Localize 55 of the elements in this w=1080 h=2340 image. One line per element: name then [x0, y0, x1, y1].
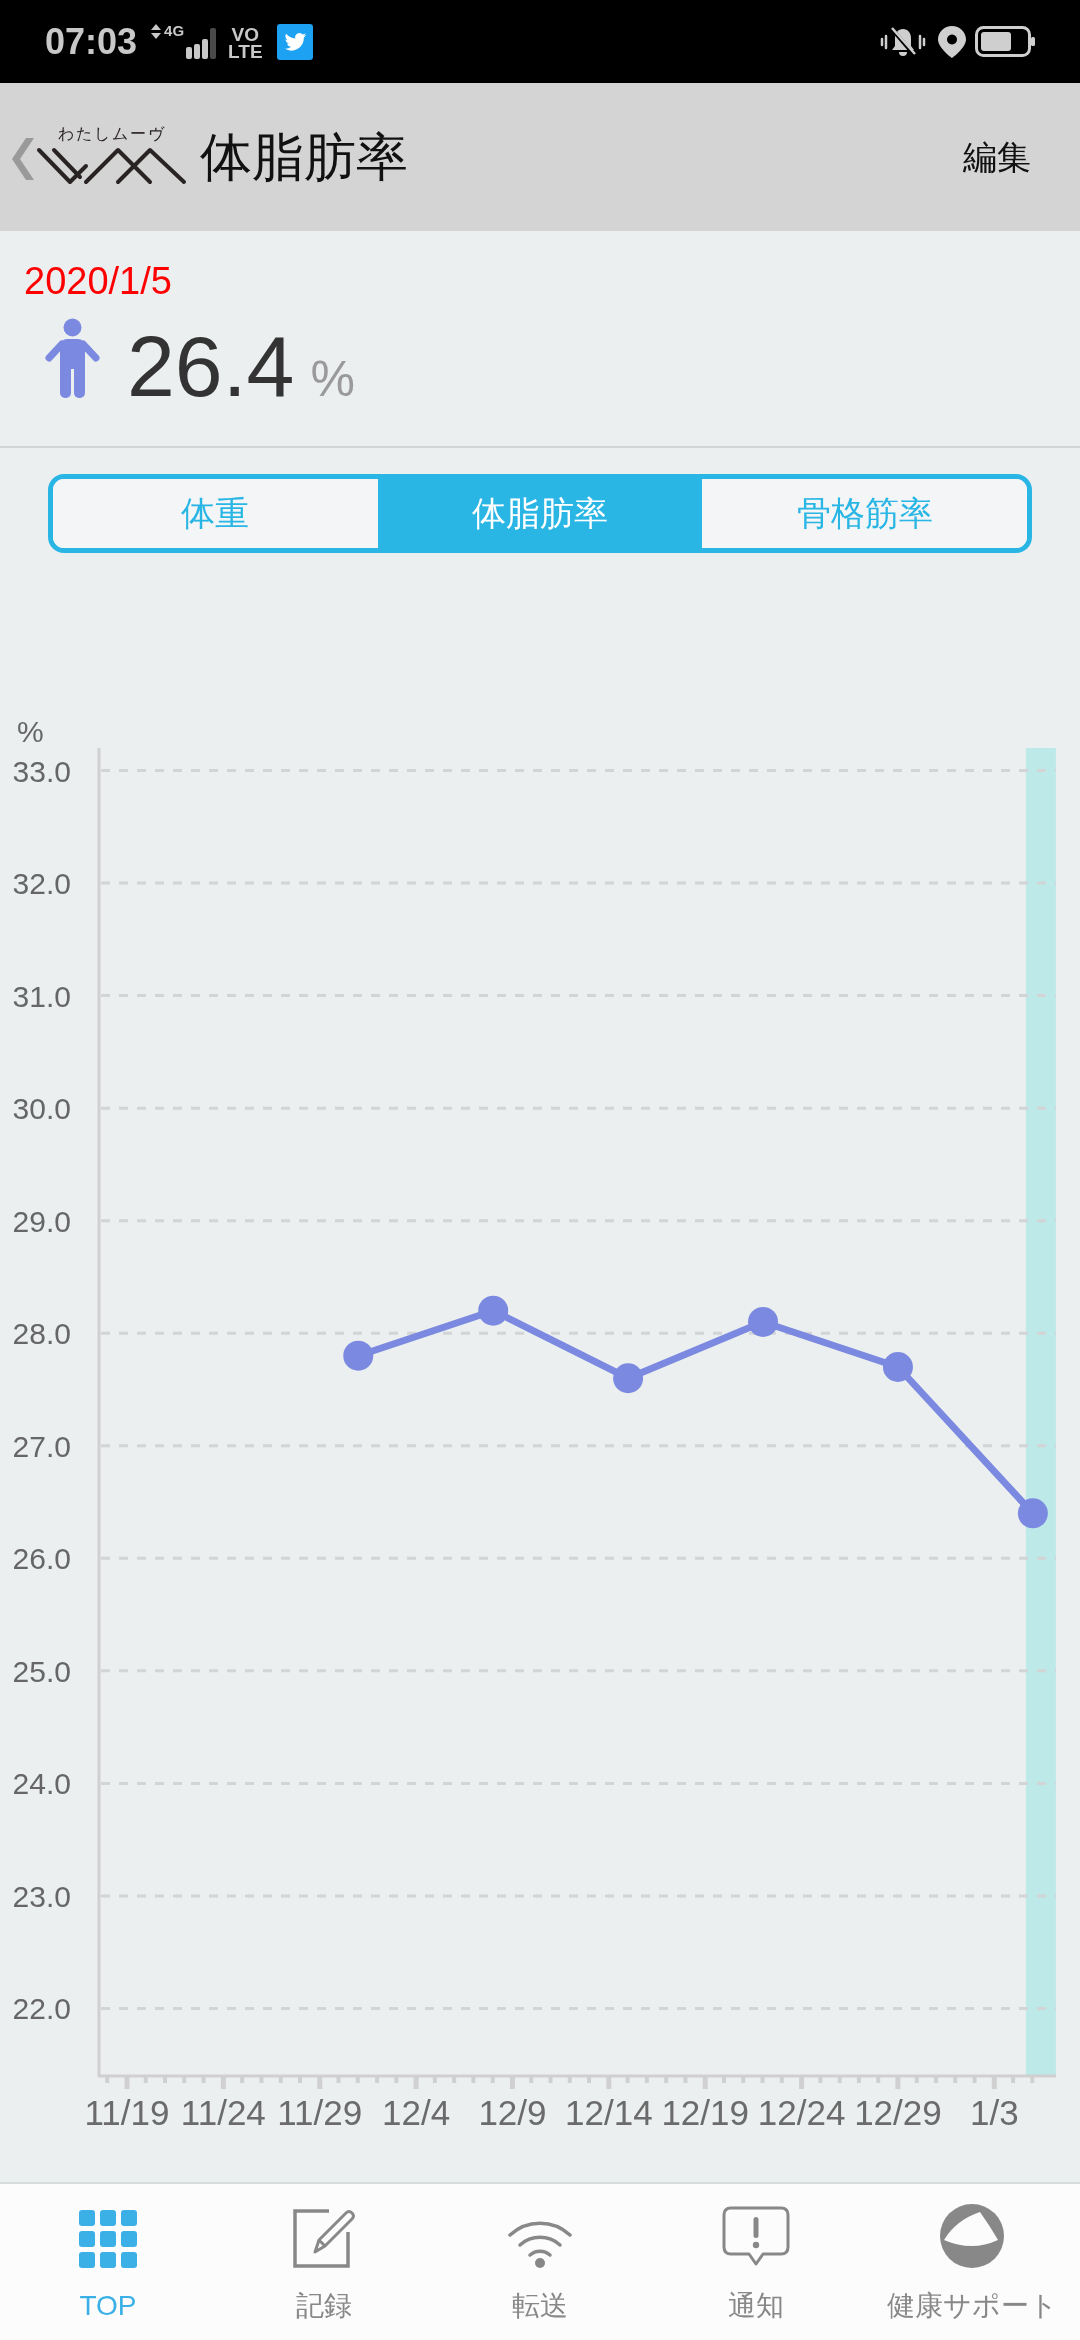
nav-tab[interactable]: 転送 — [432, 2184, 648, 2340]
body-fat-value: 26.4 — [127, 323, 295, 409]
x-tick-label: 12/24 — [757, 2093, 846, 2132]
page-title: 体脂肪率 — [200, 127, 408, 187]
y-tick-label: 26.0 — [12, 1542, 71, 1576]
status-time: 07:03 — [45, 21, 138, 62]
x-tick-label: 1/3 — [970, 2093, 1019, 2132]
bird-icon — [276, 23, 313, 60]
x-tick-label: 12/14 — [565, 2093, 653, 2132]
x-tick-label: 12/19 — [661, 2093, 749, 2132]
nav-tab[interactable]: TOP — [0, 2184, 216, 2340]
zigzag-logo-icon — [36, 147, 187, 185]
x-tick-label: 11/29 — [277, 2093, 363, 2132]
circle-icon — [940, 2204, 1004, 2268]
tab[interactable]: 骨格筋率 — [702, 479, 1027, 548]
y-tick-label: 25.0 — [12, 1654, 71, 1688]
x-tick-label: 12/9 — [478, 2093, 547, 2132]
up-down-arrows-icon — [151, 24, 162, 39]
battery-icon — [975, 26, 1035, 57]
nav-tab[interactable]: 通知 — [648, 2184, 864, 2340]
x-tick-label: 11/19 — [84, 2093, 170, 2132]
unit-label: % — [310, 354, 355, 404]
y-tick-label: 28.0 — [12, 1317, 71, 1351]
axis-unit-label: % — [17, 715, 44, 748]
nav-tab[interactable]: 記録 — [216, 2184, 432, 2340]
y-tick-label: 32.0 — [12, 867, 71, 901]
volte-label: VO — [231, 25, 260, 43]
wifi-icon — [507, 2218, 573, 2268]
tab[interactable]: 体重 — [53, 479, 378, 548]
chevron-left-icon[interactable] — [12, 138, 34, 180]
y-tick-label: 22.0 — [12, 1992, 71, 2026]
y-tick-label: 30.0 — [12, 1092, 71, 1126]
measurement-date: 2020/1/5 — [24, 261, 172, 301]
y-tick-label: 24.0 — [12, 1767, 71, 1801]
tab[interactable]: 体脂肪率 — [377, 479, 703, 548]
x-tick-label: 12/29 — [854, 2093, 942, 2132]
y-tick-label: 29.0 — [12, 1204, 71, 1238]
y-tick-label: 31.0 — [12, 979, 71, 1013]
edit-button[interactable]: 編集 — [963, 137, 1031, 177]
grid-icon — [79, 2210, 137, 2268]
alert-bubble-icon — [722, 2206, 790, 2268]
person-icon — [45, 318, 100, 398]
y-tick-label: 23.0 — [12, 1879, 71, 1913]
x-tick-label: 11/24 — [180, 2093, 266, 2132]
bell-slash-icon — [880, 25, 926, 58]
x-tick-label: 12/4 — [382, 2093, 451, 2132]
location-pin-icon — [938, 25, 966, 58]
network-type-label: 4G — [164, 23, 185, 38]
pencil-icon — [293, 2208, 355, 2268]
volte-label: LTE — [228, 42, 263, 60]
signal-icon — [186, 28, 217, 59]
y-tick-label: 33.0 — [12, 754, 71, 788]
y-tick-label: 27.0 — [12, 1429, 71, 1463]
nav-tab[interactable]: 健康サポート — [864, 2184, 1080, 2340]
logo-caption: わたしムーヴ — [57, 125, 166, 143]
